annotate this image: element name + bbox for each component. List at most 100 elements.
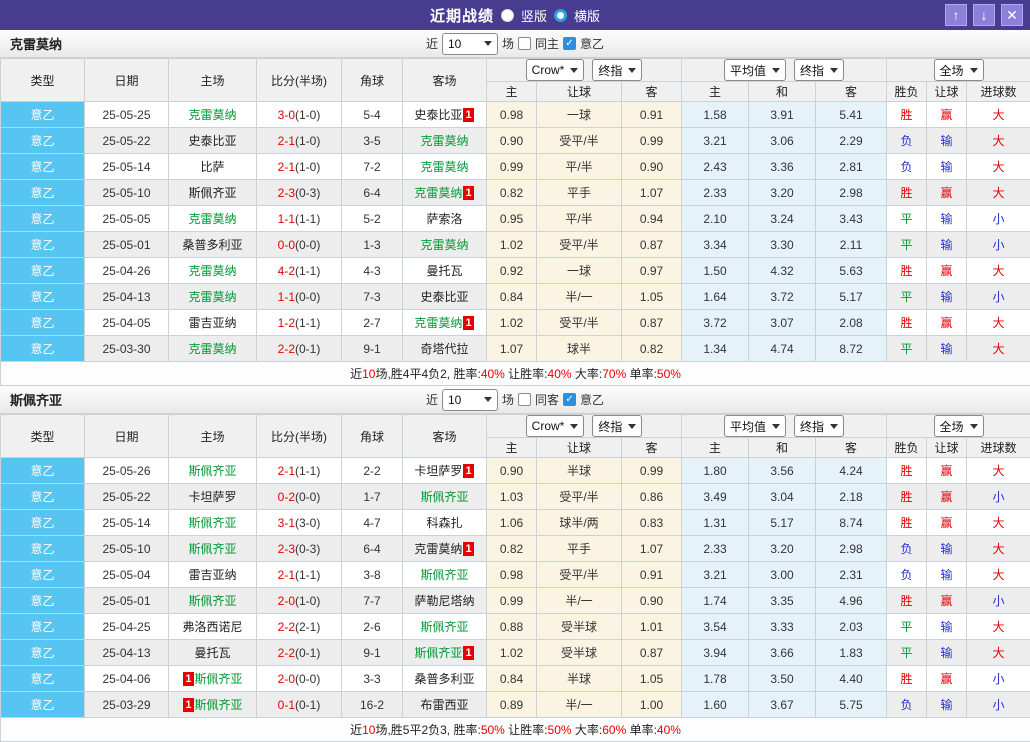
team-link[interactable]: 克雷莫纳: [414, 186, 462, 200]
handicap-result-cell: 输: [927, 640, 967, 666]
team-link[interactable]: 斯佩齐亚: [420, 490, 468, 504]
result-text: 大: [993, 464, 1005, 478]
team-link[interactable]: 弗洛西诺尼: [182, 620, 242, 634]
odds-stage-select[interactable]: 终指: [592, 415, 642, 437]
average-stage-select[interactable]: 终指: [794, 415, 844, 437]
odds-stage-select[interactable]: 终指: [592, 59, 642, 81]
team-link[interactable]: 卡坦萨罗: [188, 490, 236, 504]
layout-vertical-label[interactable]: 竖版: [521, 6, 547, 25]
avg-away-cell: 2.31: [816, 562, 887, 588]
avg-draw-cell: 3.06: [749, 128, 816, 154]
average-select[interactable]: 平均值: [724, 415, 786, 437]
table-row: 意乙25-05-25克雷莫纳3-0(1-0)5-4史泰比亚10.98一球0.91…: [1, 102, 1030, 128]
team-link[interactable]: 克雷莫纳: [188, 290, 236, 304]
team-link[interactable]: 克雷莫纳: [188, 342, 236, 356]
team-link[interactable]: 克雷莫纳: [188, 264, 236, 278]
full-time-score: 2-1: [278, 160, 295, 174]
layout-vertical-radio[interactable]: [501, 9, 514, 22]
home-odds-cell: 0.95: [487, 206, 537, 232]
away-team-cell: 奇塔代拉: [403, 336, 487, 362]
recent-count-select[interactable]: 10: [442, 33, 498, 55]
team-link[interactable]: 史泰比亚: [414, 108, 462, 122]
goals-result-cell: 大: [967, 614, 1030, 640]
date-cell: 25-03-29: [85, 692, 169, 718]
result-text: 输: [941, 160, 953, 174]
team-link[interactable]: 曼托瓦: [426, 264, 462, 278]
team-link[interactable]: 克雷莫纳: [188, 212, 236, 226]
away-odds-cell: 0.94: [622, 206, 682, 232]
team-link[interactable]: 斯佩齐亚: [188, 542, 236, 556]
move-up-button[interactable]: ↑: [945, 4, 967, 26]
team-link[interactable]: 克雷莫纳: [420, 134, 468, 148]
half-time-score: (0-1): [295, 342, 320, 356]
table-row: 意乙25-05-10斯佩齐亚2-3(0-3)6-4克雷莫纳10.82平手1.07…: [1, 180, 1030, 206]
home-team-cell: 斯佩齐亚: [169, 510, 257, 536]
team-link[interactable]: 斯佩齐亚: [195, 698, 243, 712]
team-link[interactable]: 斯佩齐亚: [188, 516, 236, 530]
home-team-cell: 弗洛西诺尼: [169, 614, 257, 640]
team-link[interactable]: 萨索洛: [426, 212, 462, 226]
league-filter-checkbox[interactable]: ✓: [563, 37, 576, 50]
same-venue-checkbox[interactable]: [518, 37, 531, 50]
bookmaker-select[interactable]: Crow*: [526, 415, 585, 437]
league-cell: 意乙: [1, 128, 85, 154]
average-stage-select[interactable]: 终指: [794, 59, 844, 81]
same-venue-checkbox[interactable]: [518, 393, 531, 406]
team-link[interactable]: 克雷莫纳: [414, 316, 462, 330]
corner-cell: 3-8: [342, 562, 403, 588]
section-bar-2: 斯佩齐亚近10场同客✓意乙: [0, 386, 1030, 414]
team-link[interactable]: 克雷莫纳: [420, 238, 468, 252]
goals-result-cell: 大: [967, 458, 1030, 484]
layout-horizontal-label[interactable]: 横版: [574, 6, 600, 25]
summary-part: 场,胜5平2负3, 胜率:: [375, 723, 480, 737]
team-link[interactable]: 斯佩齐亚: [188, 464, 236, 478]
team-link[interactable]: 史泰比亚: [188, 134, 236, 148]
team-link[interactable]: 斯佩齐亚: [420, 568, 468, 582]
scope-select[interactable]: 全场: [934, 59, 984, 81]
scope-select-value: 全场: [940, 62, 964, 79]
home-odds-cell: 1.07: [487, 336, 537, 362]
team-link[interactable]: 克雷莫纳: [414, 542, 462, 556]
sub-header-0: 主: [487, 82, 537, 102]
home-odds-cell: 1.06: [487, 510, 537, 536]
team-link[interactable]: 克雷莫纳: [188, 108, 236, 122]
handicap-cell: 受平/半: [537, 310, 622, 336]
team-link[interactable]: 卡坦萨罗: [414, 464, 462, 478]
handicap-result-cell: 赢: [927, 458, 967, 484]
scope-select[interactable]: 全场: [934, 415, 984, 437]
close-button[interactable]: ✕: [1001, 4, 1023, 26]
team-link[interactable]: 雷吉亚纳: [188, 316, 236, 330]
team-link[interactable]: 布雷西亚: [420, 698, 468, 712]
team-link[interactable]: 斯佩齐亚: [188, 186, 236, 200]
team-link[interactable]: 雷吉亚纳: [188, 568, 236, 582]
score-cell: 2-1(1-1): [257, 562, 342, 588]
layout-horizontal-radio[interactable]: [554, 9, 567, 22]
team-link[interactable]: 斯佩齐亚: [195, 672, 243, 686]
team-link[interactable]: 桑普多利亚: [414, 672, 474, 686]
team-link[interactable]: 奇塔代拉: [420, 342, 468, 356]
move-down-button[interactable]: ↓: [973, 4, 995, 26]
team-link[interactable]: 比萨: [200, 160, 224, 174]
result-text: 大: [993, 620, 1005, 634]
score-cell: 2-3(0-3): [257, 180, 342, 206]
team-link[interactable]: 曼托瓦: [194, 646, 230, 660]
team-link[interactable]: 斯佩齐亚: [414, 646, 462, 660]
team-link[interactable]: 斯佩齐亚: [188, 594, 236, 608]
home-team-cell: 斯佩齐亚: [169, 588, 257, 614]
avg-home-cell: 3.34: [682, 232, 749, 258]
league-filter-checkbox[interactable]: ✓: [563, 393, 576, 406]
recent-count-select[interactable]: 10: [442, 389, 498, 411]
average-select[interactable]: 平均值: [724, 59, 786, 81]
team-link[interactable]: 史泰比亚: [420, 290, 468, 304]
column-header-4: 角球: [342, 415, 403, 458]
team-link[interactable]: 桑普多利亚: [182, 238, 242, 252]
score-cell: 2-1(1-0): [257, 154, 342, 180]
bookmaker-select[interactable]: Crow*: [526, 59, 585, 81]
away-odds-cell: 0.87: [622, 310, 682, 336]
goals-result-cell: 大: [967, 180, 1030, 206]
full-time-score: 2-2: [278, 620, 295, 634]
team-link[interactable]: 萨勒尼塔纳: [414, 594, 474, 608]
team-link[interactable]: 斯佩齐亚: [420, 620, 468, 634]
team-link[interactable]: 克雷莫纳: [420, 160, 468, 174]
team-link[interactable]: 科森扎: [426, 516, 462, 530]
